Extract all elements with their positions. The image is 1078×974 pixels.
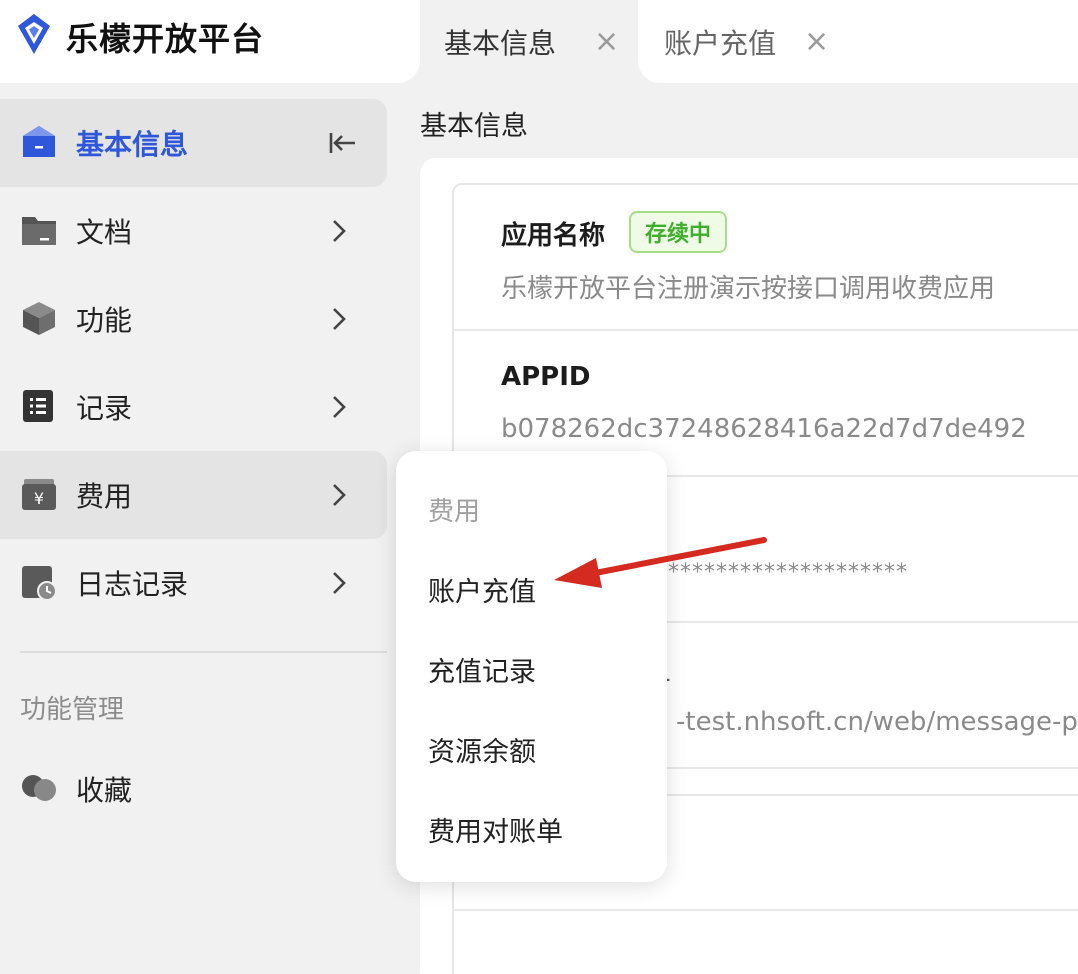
log-clock-icon [22, 566, 57, 601]
menu-item-account-recharge[interactable]: 账户充值 [428, 570, 536, 609]
close-icon[interactable]: × [804, 26, 829, 57]
sidebar: 基本信息 文档 功能 记录 ¥ 费用 日志记录 功能管理 收藏 [0, 83, 400, 974]
sidebar-item-label: 功能 [76, 304, 133, 337]
appid-value: b078262dc37248628416a22d7d7de492 [501, 414, 1027, 444]
logo-area: 乐檬开放平台 [0, 0, 420, 83]
collapse-sidebar-icon[interactable] [326, 127, 358, 159]
app-name-label: 应用名称 [501, 221, 606, 251]
chevron-right-icon [333, 308, 346, 330]
chevron-right-icon [333, 396, 346, 418]
app-name-value: 乐檬开放平台注册演示按接口调用收费应用 [501, 274, 996, 304]
sidebar-item-label: 日志记录 [76, 568, 189, 601]
chevron-right-icon [333, 572, 346, 594]
home-icon [23, 126, 55, 157]
menu-item-recharge-records[interactable]: 充值记录 [428, 650, 536, 689]
menu-item-fee-statement[interactable]: 费用对账单 [428, 810, 563, 849]
box-icon [23, 302, 55, 335]
list-icon [23, 390, 53, 422]
logo-icon [18, 14, 50, 54]
chevron-right-icon [333, 484, 346, 506]
fees-submenu: 费用 账户充值 充值记录 资源余额 费用对账单 [396, 451, 667, 882]
heart-icon [22, 775, 56, 801]
sidebar-item-logs[interactable]: 日志记录 [0, 539, 387, 627]
section-title: 功能管理 [20, 695, 125, 725]
sidebar-divider [20, 651, 387, 653]
app-title: 乐檬开放平台 [66, 20, 265, 58]
folder-icon [22, 217, 56, 245]
top-bar: 乐檬开放平台 基本信息 × 账户充值 × [0, 0, 1078, 83]
close-icon[interactable]: × [594, 26, 619, 57]
sidebar-item-features[interactable]: 功能 [0, 275, 387, 363]
annotation-arrow [554, 537, 767, 588]
tab-basic-info[interactable]: 基本信息 × [420, 0, 638, 83]
sidebar-item-docs[interactable]: 文档 [0, 187, 387, 275]
url-value: -test.nhsoft.cn/web/message-pl [676, 707, 1078, 737]
sidebar-item-label: 基本信息 [76, 128, 189, 161]
sidebar-item-label: 记录 [76, 392, 133, 425]
sidebar-item-basic-info[interactable]: 基本信息 [0, 99, 387, 187]
appid-label: APPID [501, 362, 591, 392]
sidebar-item-fees[interactable]: ¥ 费用 [0, 451, 387, 539]
tab-account-recharge[interactable]: 账户充值 × [638, 0, 1078, 83]
row-divider [452, 909, 1078, 911]
sidebar-item-favorites[interactable]: 收藏 [0, 745, 387, 833]
sidebar-item-records[interactable]: 记录 [0, 363, 387, 451]
tab-label: 基本信息 [444, 26, 557, 60]
page-title: 基本信息 [420, 111, 528, 142]
sidebar-item-label: 文档 [76, 216, 133, 249]
wallet-yen-icon: ¥ [22, 479, 56, 510]
sidebar-item-label: 收藏 [76, 774, 133, 807]
row-divider [452, 329, 1078, 331]
tab-label: 账户充值 [664, 26, 777, 60]
menu-item-resource-balance[interactable]: 资源余额 [428, 730, 536, 769]
status-badge: 存续中 [629, 211, 728, 253]
submenu-title: 费用 [428, 497, 481, 527]
svg-text:¥: ¥ [34, 489, 44, 508]
sidebar-item-label: 费用 [76, 480, 133, 513]
chevron-right-icon [333, 220, 346, 242]
